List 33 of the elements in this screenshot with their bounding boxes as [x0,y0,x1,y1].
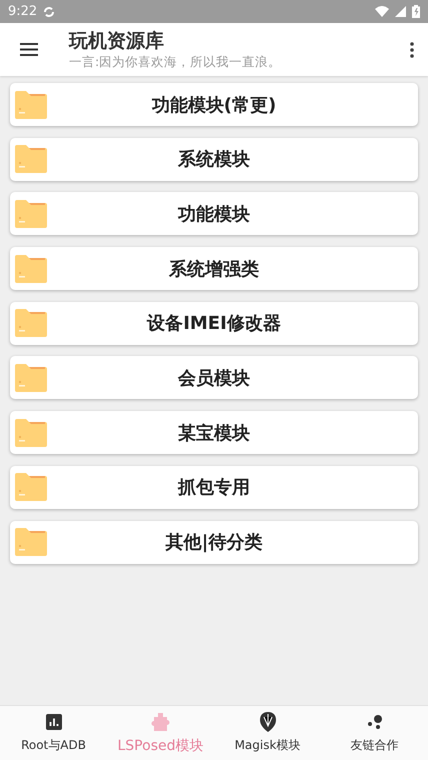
folder-item[interactable]: 其他|待分类 [10,520,418,564]
bar-chart-icon [46,714,62,730]
folder-item[interactable]: 系统模块 [10,138,418,181]
sync-icon [43,6,56,18]
folder-icon [15,309,47,338]
folder-item[interactable]: 功能模块 [10,192,418,236]
menu-icon [20,43,38,56]
folder-icon [15,364,47,392]
folder-item[interactable]: 系统增强类 [10,247,418,290]
folder-icon [15,418,47,447]
folder-icon [15,90,47,118]
folder-icon [15,145,47,174]
battery-icon [412,5,420,18]
folder-icon [15,528,47,556]
signal-icon [395,6,406,17]
app-title: 玩机资源库 [69,29,165,53]
nav-tab[interactable]: 友链合作 [321,706,428,760]
folder-icon [15,473,47,502]
dots-icon [366,714,382,730]
folder-item[interactable]: 设备IMEI修改器 [10,302,418,345]
puzzle-icon [150,712,172,732]
folder-item[interactable]: 某宝模块 [10,411,418,454]
app-subtitle: 一言:因为你喜欢海，所以我一直浪。 [69,53,282,70]
folder-item[interactable]: 抓包专用 [10,466,418,509]
folder-icon [15,200,47,228]
nav-tab[interactable]: Magisk模块 [214,706,321,760]
nav-tab[interactable]: Root与ADB [0,706,107,760]
wifi-icon [375,6,389,17]
folder-item[interactable]: 功能模块(常更) [10,83,418,126]
folder-icon [15,254,47,283]
status-time: 9:22 [8,4,38,19]
more-icon [410,42,414,58]
folder-item[interactable]: 会员模块 [10,356,418,400]
